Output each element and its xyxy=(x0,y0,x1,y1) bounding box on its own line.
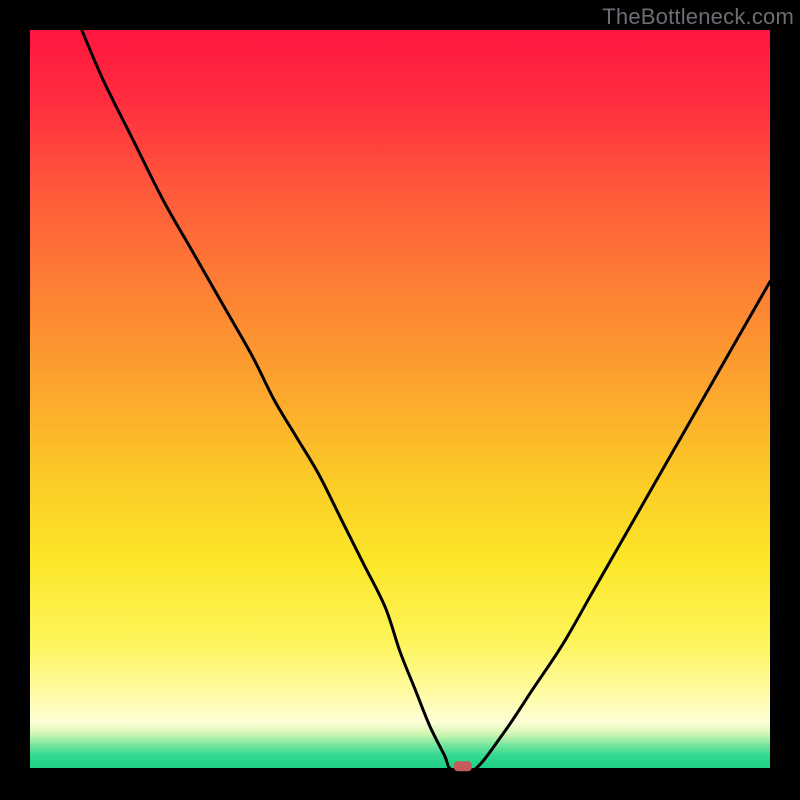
bottleneck-marker xyxy=(454,761,472,771)
bottleneck-line-chart xyxy=(30,30,770,770)
chart-frame: TheBottleneck.com xyxy=(0,0,800,800)
bottleneck-curve xyxy=(82,30,770,773)
plot-area xyxy=(30,30,770,770)
watermark-text: TheBottleneck.com xyxy=(602,4,794,30)
